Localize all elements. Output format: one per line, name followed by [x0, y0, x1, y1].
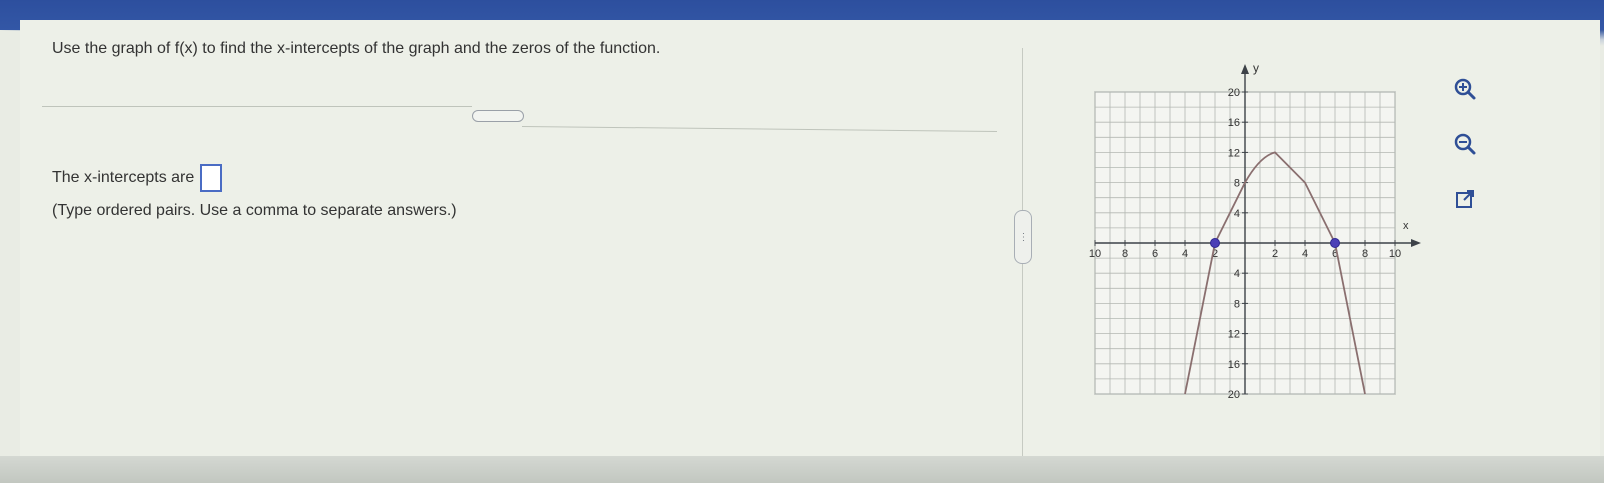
y-tick-label: 20: [1228, 389, 1240, 401]
y-tick-label: 16: [1228, 117, 1240, 129]
y-tick-label: 4: [1234, 208, 1240, 220]
popout-icon: [1456, 190, 1474, 208]
x-tick-label: 4: [1182, 248, 1188, 260]
splitter-handle[interactable]: ⋮: [1014, 210, 1032, 264]
x-tick-label: 8: [1362, 248, 1368, 260]
intercept-point: [1210, 238, 1220, 248]
zoom-out-icon: [1454, 133, 1476, 155]
y-tick-label: 4: [1234, 268, 1240, 280]
question-text: Use the graph of f(x) to find the x-inte…: [52, 40, 661, 57]
bottom-bar: [0, 456, 1604, 483]
answer-line: The x-intercepts are: [52, 164, 223, 192]
x-axis-arrow: [1411, 239, 1421, 247]
x-tick-label: 10: [1389, 248, 1401, 260]
x-tick-label: 2: [1272, 248, 1278, 260]
x-tick-label: 8: [1122, 248, 1128, 260]
x-axis-label: x: [1403, 220, 1409, 232]
answer-hint: (Type ordered pairs. Use a comma to sepa…: [52, 202, 457, 219]
y-tick-label: 20: [1228, 87, 1240, 99]
y-axis-arrow: [1241, 64, 1249, 74]
y-tick-label: 12: [1228, 329, 1240, 341]
y-tick-label: 8: [1234, 178, 1240, 190]
screen: Use the graph of f(x) to find the x-inte…: [0, 0, 1604, 483]
zoom-in-button[interactable]: [1450, 74, 1480, 104]
section-divider-left: [42, 106, 472, 107]
intercept-point: [1330, 238, 1340, 248]
y-tick-label: 8: [1234, 298, 1240, 310]
answer-prefix: The x-intercepts are: [52, 169, 195, 186]
y-tick-label: 12: [1228, 147, 1240, 159]
graph-svg: xy10 8 6 4 2 2 4 6 8 102016128448121620: [1089, 61, 1421, 401]
x-tick-label: 4: [1302, 248, 1308, 260]
answer-input[interactable]: [200, 164, 223, 192]
x-tick-label: 10: [1089, 248, 1101, 260]
y-axis-label: y: [1253, 62, 1259, 75]
x-tick-label: 6: [1152, 248, 1158, 260]
divider-handle[interactable]: [472, 110, 524, 122]
popout-button[interactable]: [1450, 184, 1480, 214]
y-tick-label: 16: [1228, 359, 1240, 371]
function-graph: x y 10 8 6 4 2 2 4 6 8 10 20 16 12 8 4 4 8 12 16 20: [1085, 61, 1445, 424]
zoom-in-icon: [1454, 78, 1476, 100]
zoom-out-button[interactable]: [1450, 129, 1480, 159]
